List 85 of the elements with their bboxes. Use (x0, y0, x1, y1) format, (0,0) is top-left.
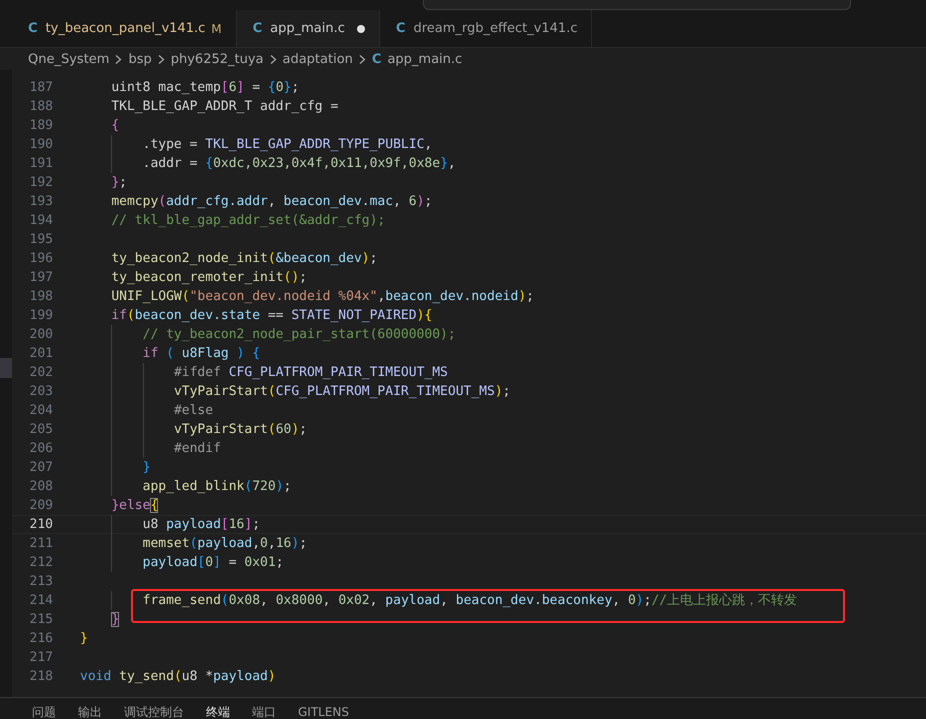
line-number: 191 (28, 156, 53, 171)
line-number: 207 (28, 460, 53, 475)
code-line: frame_send(0x08, 0x8000, 0x02, payload, beacon_dev.beaconkey, 0);//上电上报心跳，不转发 (80, 591, 798, 610)
breadcrumb-item[interactable]: app_main.c (387, 52, 462, 66)
panel-tab[interactable]: 问题 (32, 705, 56, 719)
code-line: void ty_send(u8 *payload) (80, 668, 276, 686)
code-line: app_led_blink(720); (80, 477, 292, 496)
code-line: uint8 mac_temp[6] = {0}; (110, 79, 300, 97)
c-file-icon: C (372, 52, 382, 66)
breadcrumb-item[interactable]: phy6252_tuya (170, 52, 264, 66)
chevron-icon (270, 54, 276, 64)
editor-tab[interactable]: C app_main.c (236, 10, 380, 47)
c-file-icon: C (252, 21, 262, 36)
code-line: // tkl_ble_gap_addr_set(&addr_cfg); (110, 212, 386, 230)
code-line: .addr = {0xdc,0x23,0x4f,0x11,0x9f,0x8e}, (80, 154, 456, 173)
code-line: #ifdef CFG_PLATFROM_PAIR_TIMEOUT_MS (80, 363, 448, 382)
panel-tab[interactable]: 终端 (206, 705, 230, 719)
line-number: 201 (28, 346, 53, 361)
line-number: 192 (28, 175, 53, 190)
line-number: 195 (28, 232, 53, 247)
line-number: 203 (28, 384, 53, 399)
c-file-icon: C (28, 21, 38, 36)
line-number: 211 (28, 536, 53, 551)
line-number: 202 (28, 365, 53, 380)
code-line: { (110, 117, 120, 135)
code-line: ty_beacon2_node_init(&beacon_dev); (110, 250, 378, 268)
line-number: 199 (28, 308, 53, 323)
line-number: 213 (28, 574, 53, 589)
code-line: vTyPairStart(60); (80, 420, 307, 439)
line-number: 218 (28, 669, 53, 684)
panel-tab[interactable]: 端口 (252, 705, 276, 719)
line-number: 196 (28, 251, 53, 266)
line-number: 214 (28, 593, 53, 608)
line-number: 194 (28, 213, 53, 228)
line-number: 190 (28, 137, 53, 152)
line-number: 204 (28, 403, 53, 418)
code-line: payload[0] = 0x01; (80, 553, 284, 572)
code-line: UNIF_LOGW("beacon_dev.nodeid %04x",beacon_dev.nodeid); (110, 288, 534, 306)
git-status-label: M (211, 22, 222, 36)
code-line: vTyPairStart(CFG_PLATFROM_PAIR_TIMEOUT_MS); (80, 382, 510, 401)
line-number: 212 (28, 555, 53, 570)
panel-tab[interactable]: 调试控制台 (124, 705, 184, 719)
line-number: 189 (28, 118, 53, 133)
breadcrumb-item[interactable]: adaptation (282, 52, 353, 66)
line-number: 208 (28, 479, 53, 494)
code-line: TKL_BLE_GAP_ADDR_T addr_cfg = (110, 98, 338, 116)
code-line: if(beacon_dev.state == STATE_NOT_PAIRED){ (110, 307, 432, 325)
panel-tab[interactable]: 输出 (78, 705, 102, 719)
line-number: 210 (28, 517, 53, 532)
code-line: if ( u8Flag ) { (80, 344, 260, 363)
line-number: 198 (28, 289, 53, 304)
chevron-icon (115, 54, 122, 64)
c-file-icon: C (396, 21, 406, 36)
code-line: }else{ (110, 497, 158, 515)
code-line: #else (80, 401, 214, 420)
line-number: 188 (28, 99, 53, 114)
line-number: 197 (28, 270, 53, 285)
code-line: #endif (80, 439, 221, 458)
chevron-icon (158, 54, 165, 64)
tab-label: dream_rgb_effect_v141.c (413, 21, 578, 36)
code-line: } (110, 611, 120, 629)
line-number: 206 (28, 441, 53, 456)
panel-tab[interactable]: GITLENS (298, 705, 350, 719)
line-number: 205 (28, 422, 53, 437)
code-line: }; (110, 174, 127, 192)
line-number: 209 (28, 498, 53, 513)
line-number: 200 (28, 327, 53, 342)
tab-label: ty_beacon_panel_v141.c (46, 21, 206, 36)
code-line: u8 payload[16]; (80, 515, 260, 534)
code-line: memcpy(addr_cfg.addr, beacon_dev.mac, 6); (110, 193, 432, 211)
breadcrumb-item[interactable]: bsp (128, 52, 152, 66)
line-number: 187 (28, 80, 53, 95)
line-number: 217 (28, 650, 53, 665)
line-number: 216 (28, 631, 53, 646)
code-line: } (80, 630, 88, 648)
chevron-icon (358, 54, 366, 64)
tab-label: app_main.c (270, 21, 345, 36)
line-number: 193 (28, 194, 53, 209)
breadcrumb-item[interactable]: Qne_System (28, 52, 110, 66)
code-line: } (80, 458, 150, 477)
line-number: 215 (28, 612, 53, 627)
code-line: .type = TKL_BLE_GAP_ADDR_TYPE_PUBLIC, (80, 135, 432, 154)
code-line: // ty_beacon2_node_pair_start(60000000); (80, 325, 456, 344)
code-line: memset(payload,0,16); (80, 534, 308, 553)
code-line: ty_beacon_remoter_init(); (110, 269, 307, 287)
